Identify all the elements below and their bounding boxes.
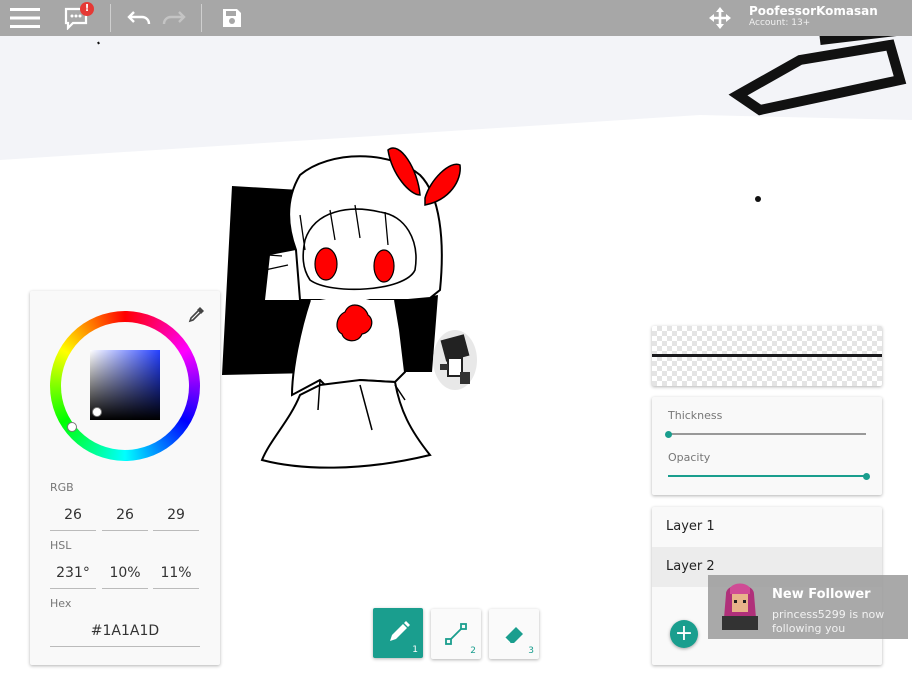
tool-index: 1 — [412, 645, 418, 655]
add-layer-button[interactable]: + — [670, 620, 698, 648]
pencil-tool-button[interactable]: 1 — [373, 608, 423, 658]
hex-label: Hex — [50, 597, 72, 610]
input-underline — [50, 588, 96, 589]
account-name: PoofessorKomasan — [749, 4, 878, 18]
divider — [110, 4, 111, 32]
input-underline — [50, 530, 96, 531]
brush-settings-panel: Thickness Opacity — [652, 397, 882, 495]
thickness-slider-handle[interactable] — [664, 430, 672, 438]
undo-icon — [127, 11, 151, 25]
account-info[interactable]: PoofessorKomasan Account: 13+ — [749, 5, 878, 29]
hsl-label: HSL — [50, 539, 72, 552]
opacity-label: Opacity — [668, 451, 711, 464]
bow-right — [424, 163, 461, 206]
brush-stroke-preview — [652, 354, 882, 357]
input-underline — [153, 588, 199, 589]
tool-index: 3 — [528, 646, 534, 656]
input-underline — [102, 530, 148, 531]
save-button[interactable] — [218, 0, 246, 36]
undo-button[interactable] — [124, 0, 154, 36]
right-eye — [373, 249, 395, 283]
thickness-label: Thickness — [668, 409, 723, 422]
eraser-tool-button[interactable]: 3 — [489, 609, 539, 659]
redo-button[interactable] — [159, 0, 189, 36]
hue-handle[interactable] — [67, 422, 77, 432]
hsl-l-input[interactable]: 11% — [153, 565, 199, 581]
skirt-outline — [260, 378, 432, 469]
input-underline — [50, 646, 200, 647]
move-button[interactable] — [707, 0, 733, 36]
rgb-b-input[interactable]: 29 — [153, 507, 199, 523]
input-underline — [102, 588, 148, 589]
account-status: Account: 13+ — [749, 18, 811, 28]
hsl-h-input[interactable]: 231° — [50, 565, 96, 581]
hamburger-icon — [10, 8, 40, 28]
menu-button[interactable] — [8, 0, 42, 36]
opacity-slider-handle[interactable] — [862, 472, 870, 480]
rgb-r-input[interactable]: 26 — [50, 507, 96, 523]
notification-badge: ! — [80, 2, 94, 16]
saturation-handle[interactable] — [92, 407, 102, 417]
brush-preview — [652, 326, 882, 386]
save-icon — [223, 9, 241, 27]
opacity-slider[interactable] — [668, 475, 866, 477]
robot-figure — [433, 330, 477, 390]
redo-icon — [162, 11, 186, 25]
rgb-label: RGB — [50, 481, 74, 494]
divider — [201, 4, 202, 32]
line-tool-button[interactable]: 2 — [431, 609, 481, 659]
move-icon — [709, 7, 731, 29]
toast-title: New Follower — [772, 587, 871, 602]
thickness-slider[interactable] — [668, 433, 866, 435]
layer-item[interactable]: Layer 1 — [652, 507, 882, 547]
top-toolbar: ! PoofessorKomasan Account: 13+ — [0, 0, 912, 36]
eyedropper-button[interactable] — [188, 305, 206, 327]
color-picker-panel: RGB 26 26 29 HSL 231° 10% 11% Hex #1A1A1… — [30, 291, 220, 665]
eyedropper-icon — [188, 307, 204, 323]
hex-input[interactable]: #1A1A1D — [50, 623, 200, 639]
rgb-g-input[interactable]: 26 — [102, 507, 148, 523]
stray-dot — [755, 196, 761, 202]
input-underline — [153, 530, 199, 531]
avatar — [722, 583, 758, 630]
new-follower-toast[interactable]: New Follower princess5299 is now followi… — [708, 575, 908, 639]
hsl-s-input[interactable]: 10% — [102, 565, 148, 581]
tool-index: 2 — [470, 646, 476, 656]
toast-message: princess5299 is now following you — [772, 608, 885, 635]
left-eye — [314, 247, 338, 281]
